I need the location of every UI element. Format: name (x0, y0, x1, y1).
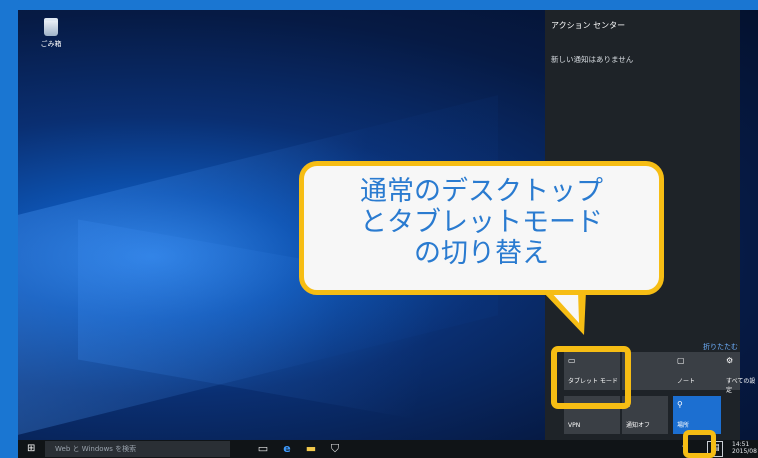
recycle-bin[interactable]: ごみ箱 (36, 18, 66, 49)
tile-label: VPN (568, 422, 581, 429)
recycle-bin-icon (44, 18, 58, 36)
tile-label: 場所 (677, 422, 690, 429)
tablet-mode-highlight (551, 346, 631, 409)
store-icon[interactable]: ⛉ (328, 442, 342, 456)
no-notifications-message: 新しい通知はありません (551, 55, 634, 64)
tile-note[interactable]: ▢ ノート (673, 352, 729, 390)
action-center-title: アクション センター (551, 21, 626, 30)
recycle-bin-label: ごみ箱 (40, 40, 62, 48)
callout-pointer (542, 291, 586, 335)
edge-browser-icon[interactable]: e (280, 442, 294, 456)
tile-label: ノート (677, 378, 696, 385)
file-explorer-icon[interactable]: ▬ (304, 442, 318, 456)
search-placeholder: Web と Windows を検索 (55, 445, 137, 453)
tile-label: 通知オフ (626, 422, 651, 429)
collapse-link[interactable]: 折りたたむ (703, 342, 738, 352)
callout-line-1: 通常のデスクトップ (360, 176, 603, 207)
taskbar: ⊞ Web と Windows を検索 ▭ e ▬ ⛉ ^ ▤ 14:51 20… (18, 440, 758, 458)
tile-location[interactable]: ⚲ 場所 (673, 396, 721, 434)
callout-line-3: の切り替え (414, 238, 549, 269)
clock-date: 2015/08 (732, 448, 757, 455)
clock-time: 14:51 (732, 441, 750, 448)
task-view-icon[interactable]: ▭ (256, 442, 270, 456)
action-center-button-highlight (683, 430, 716, 458)
location-icon: ⚲ (677, 400, 683, 409)
all-settings-label: すべての設定 (726, 378, 756, 394)
settings-icon: ⚙ (726, 356, 734, 365)
note-icon: ▢ (677, 356, 685, 365)
search-box[interactable]: Web と Windows を検索 (45, 441, 230, 457)
callout-line-2: とタブレットモード (360, 207, 603, 238)
start-button[interactable]: ⊞ (27, 444, 37, 454)
windows-logo-icon: ⊞ (27, 443, 36, 454)
callout-bubble: 通常のデスクトップ とタブレットモード の切り替え (299, 161, 664, 295)
clock[interactable]: 14:51 2015/08 (732, 441, 757, 455)
